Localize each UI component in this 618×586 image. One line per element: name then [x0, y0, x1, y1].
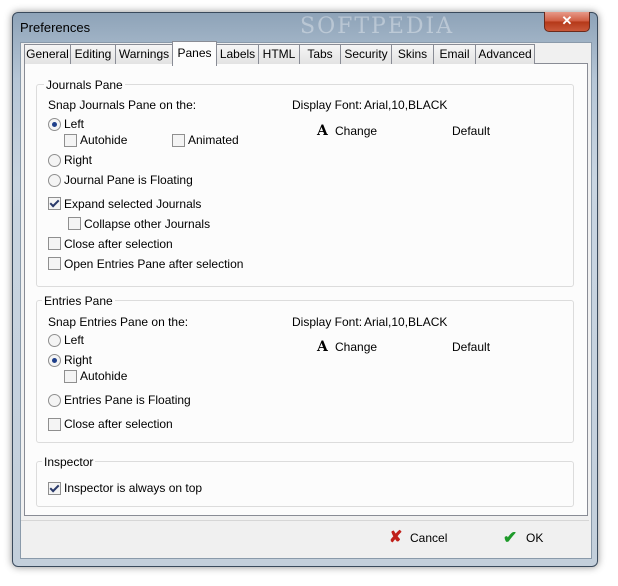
journals-close-after-label: Close after selection: [64, 237, 173, 251]
collapse-other-label: Collapse other Journals: [84, 217, 211, 231]
journals-autohide-label: Autohide: [80, 133, 128, 147]
cancel-label: Cancel: [410, 531, 448, 545]
open-entries-label: Open Entries Pane after selection: [64, 257, 244, 271]
cancel-button[interactable]: ✘ Cancel: [386, 527, 456, 549]
open-entries-checkbox[interactable]: [48, 257, 61, 270]
entries-display-font-value: Arial,10,BLACK: [364, 315, 448, 329]
journals-autohide-checkbox[interactable]: [64, 134, 77, 147]
cancel-x-icon: ✘: [389, 529, 403, 546]
inspector-on-top-checkbox[interactable]: [48, 482, 61, 495]
journals-left-label: Left: [64, 117, 85, 131]
tab-skins[interactable]: Skins: [391, 44, 434, 64]
journals-default-button[interactable]: Default: [452, 124, 490, 138]
entries-autohide-checkbox[interactable]: [64, 370, 77, 383]
entries-left-radio[interactable]: [48, 334, 61, 347]
tab-panes[interactable]: Panes: [172, 41, 217, 66]
journals-right-radio[interactable]: [48, 154, 61, 167]
tab-advanced[interactable]: Advanced: [475, 44, 535, 64]
journals-snap-label: Snap Journals Pane on the:: [48, 98, 197, 112]
tab-email[interactable]: Email: [433, 44, 476, 64]
entries-floating-label: Entries Pane is Floating: [64, 393, 191, 407]
journals-animated-label: Animated: [188, 133, 239, 147]
ok-button[interactable]: ✔ OK: [500, 527, 550, 549]
entries-right-radio[interactable]: [48, 354, 61, 367]
journals-right-label: Right: [64, 153, 93, 167]
window-title: Preferences: [20, 20, 91, 35]
journals-change-button[interactable]: Change: [335, 124, 377, 138]
ok-label: OK: [526, 531, 544, 545]
entries-default-button[interactable]: Default: [452, 340, 490, 354]
collapse-other-checkbox[interactable]: [68, 217, 81, 230]
entries-close-after-label: Close after selection: [64, 417, 173, 431]
tab-labels[interactable]: Labels: [216, 44, 259, 64]
entries-change-button[interactable]: Change: [335, 340, 377, 354]
tab-editing[interactable]: Editing: [70, 44, 116, 64]
entries-pane-title: Entries Pane: [42, 294, 115, 308]
tab-general[interactable]: General: [24, 44, 71, 64]
close-button[interactable]: ✕: [544, 12, 590, 32]
journals-display-font-value: Arial,10,BLACK: [364, 98, 448, 112]
ok-check-icon: ✔: [503, 528, 518, 547]
entries-display-font-label: Display Font:: [292, 315, 363, 329]
watermark: SOFTPEDIA: [300, 14, 455, 39]
journals-display-font-label: Display Font:: [292, 98, 363, 112]
expand-selected-label: Expand selected Journals: [64, 197, 202, 211]
tab-warnings[interactable]: Warnings: [115, 44, 173, 64]
journals-close-after-checkbox[interactable]: [48, 237, 61, 250]
tab-tabs[interactable]: Tabs: [299, 44, 341, 64]
inspector-on-top-label: Inspector is always on top: [64, 481, 203, 495]
inspector-title: Inspector: [42, 455, 96, 469]
entries-snap-label: Snap Entries Pane on the:: [48, 315, 189, 329]
journals-animated-checkbox[interactable]: [172, 134, 185, 147]
entries-close-after-checkbox[interactable]: [48, 418, 61, 431]
entries-right-label: Right: [64, 353, 93, 367]
journals-pane-title: Journals Pane: [44, 78, 125, 92]
entries-floating-radio[interactable]: [48, 394, 61, 407]
expand-selected-checkbox[interactable]: [48, 197, 61, 210]
journals-left-radio[interactable]: [48, 118, 61, 131]
font-icon: A: [317, 123, 328, 139]
journals-floating-radio[interactable]: [48, 174, 61, 187]
tab-security[interactable]: Security: [340, 44, 392, 64]
font-icon: A: [317, 339, 328, 355]
journals-floating-label: Journal Pane is Floating: [64, 173, 193, 187]
entries-autohide-label: Autohide: [80, 369, 128, 383]
entries-left-label: Left: [64, 333, 85, 347]
tab-html[interactable]: HTML: [258, 44, 300, 64]
